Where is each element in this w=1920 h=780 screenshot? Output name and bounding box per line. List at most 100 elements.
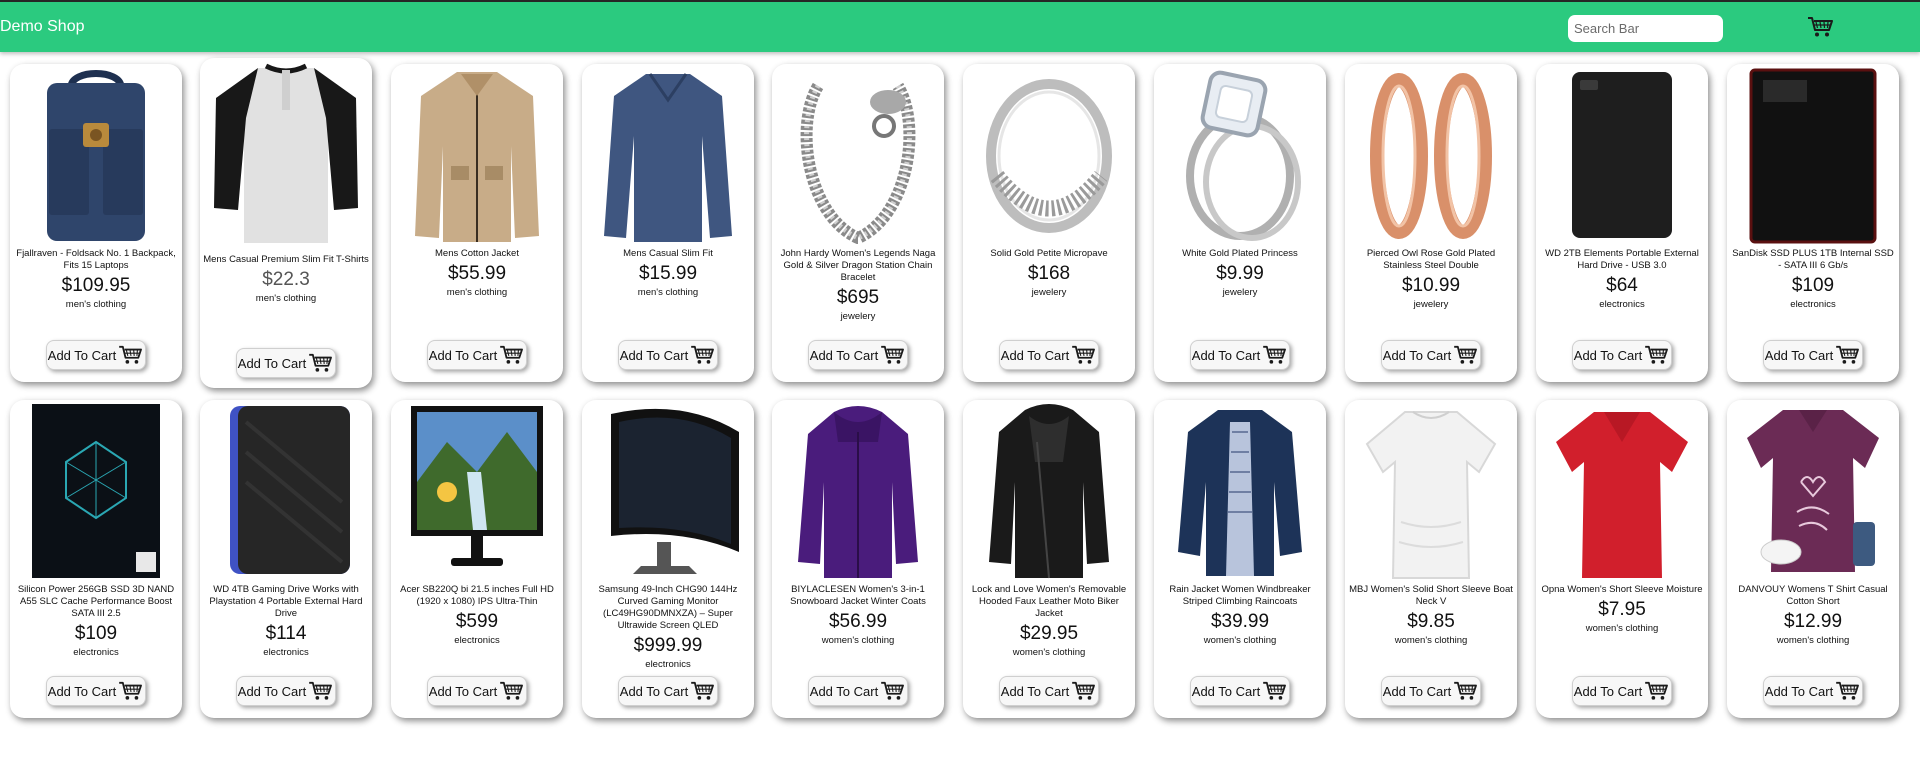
product-info: Mens Cotton Jacket $55.99 men's clothing <box>391 248 563 298</box>
add-to-cart-button[interactable]: Add To Cart <box>427 676 527 706</box>
product-title[interactable]: Solid Gold Petite Micropave <box>966 248 1132 260</box>
add-to-cart-button[interactable]: Add To Cart <box>1381 676 1481 706</box>
add-to-cart-button[interactable]: Add To Cart <box>999 676 1099 706</box>
add-to-cart-label: Add To Cart <box>47 347 117 363</box>
product-card: Rain Jacket Women Windbreaker Striped Cl… <box>1154 400 1326 718</box>
product-title[interactable]: BIYLACLESEN Women's 3-in-1 Snowboard Jac… <box>775 584 941 608</box>
product-price: $168 <box>1027 263 1071 284</box>
product-title[interactable]: Mens Cotton Jacket <box>394 248 560 260</box>
product-image <box>1747 410 1879 572</box>
product-title[interactable]: Mens Casual Premium Slim Fit T-Shirts <box>203 254 369 266</box>
product-title[interactable]: Acer SB220Q bi 21.5 inches Full HD (1920… <box>394 584 560 608</box>
add-to-cart-label: Add To Cart <box>1000 683 1070 699</box>
add-to-cart-button[interactable]: Add To Cart <box>1572 340 1672 370</box>
product-card: Lock and Love Women's Removable Hooded F… <box>963 400 1135 718</box>
product-price: $9.85 <box>1407 611 1455 632</box>
add-to-cart-button[interactable]: Add To Cart <box>236 676 336 706</box>
product-price: $12.99 <box>1783 611 1843 632</box>
product-title[interactable]: Opna Women's Short Sleeve Moisture <box>1539 584 1705 596</box>
product-card: MBJ Women's Solid Short Sleeve Boat Neck… <box>1345 400 1517 718</box>
product-info: White Gold Plated Princess $9.99 jeweler… <box>1154 248 1326 298</box>
product-category: electronics <box>454 635 500 646</box>
product-price: $56.99 <box>828 611 888 632</box>
product-image <box>415 72 539 242</box>
add-to-cart-button[interactable]: Add To Cart <box>618 676 718 706</box>
product-card: Opna Women's Short Sleeve Moisture $7.95… <box>1536 400 1708 718</box>
product-price: $109 <box>74 623 118 644</box>
product-title[interactable]: Lock and Love Women's Removable Hooded F… <box>966 584 1132 620</box>
search-input[interactable] <box>1568 15 1723 42</box>
product-price: $39.99 <box>1210 611 1270 632</box>
add-to-cart-button[interactable]: Add To Cart <box>236 348 336 378</box>
product-card: Solid Gold Petite Micropave $168 jeweler… <box>963 64 1135 382</box>
add-to-cart-label: Add To Cart <box>809 683 879 699</box>
add-to-cart-button[interactable]: Add To Cart <box>999 340 1099 370</box>
product-title[interactable]: Rain Jacket Women Windbreaker Striped Cl… <box>1157 584 1323 608</box>
product-title[interactable]: Samsung 49-Inch CHG90 144Hz Curved Gamin… <box>585 584 751 632</box>
add-to-cart-button[interactable]: Add To Cart <box>618 340 718 370</box>
add-to-cart-button[interactable]: Add To Cart <box>46 676 146 706</box>
add-to-cart-label: Add To Cart <box>237 683 307 699</box>
product-info: DANVOUY Womens T Shirt Casual Cotton Sho… <box>1727 584 1899 646</box>
cart-icon <box>1645 681 1669 700</box>
product-title[interactable]: DANVOUY Womens T Shirt Casual Cotton Sho… <box>1730 584 1896 608</box>
product-image <box>1370 73 1492 239</box>
add-to-cart-button[interactable]: Add To Cart <box>1572 676 1672 706</box>
product-title[interactable]: White Gold Plated Princess <box>1157 248 1323 260</box>
product-category: electronics <box>73 647 119 658</box>
add-to-cart-label: Add To Cart <box>1191 683 1261 699</box>
add-to-cart-button[interactable]: Add To Cart <box>427 340 527 370</box>
product-category: women's clothing <box>1585 623 1659 634</box>
product-title[interactable]: WD 4TB Gaming Drive Works with Playstati… <box>203 584 369 620</box>
add-to-cart-button[interactable]: Add To Cart <box>1190 340 1290 370</box>
product-price: $15.99 <box>638 263 698 284</box>
product-title[interactable]: MBJ Women's Solid Short Sleeve Boat Neck… <box>1348 584 1514 608</box>
product-price: $55.99 <box>447 263 507 284</box>
product-info: Mens Casual Slim Fit $15.99 men's clothi… <box>582 248 754 298</box>
product-title[interactable]: Silicon Power 256GB SSD 3D NAND A55 SLC … <box>13 584 179 620</box>
brand-logo[interactable]: Demo Shop <box>0 18 85 36</box>
add-to-cart-button[interactable]: Add To Cart <box>1763 676 1863 706</box>
add-to-cart-button[interactable]: Add To Cart <box>1763 340 1863 370</box>
product-title[interactable]: Mens Casual Slim Fit <box>585 248 751 260</box>
product-category: women's clothing <box>1203 635 1277 646</box>
add-to-cart-button[interactable]: Add To Cart <box>808 676 908 706</box>
add-to-cart-button[interactable]: Add To Cart <box>1190 676 1290 706</box>
product-card: BIYLACLESEN Women's 3-in-1 Snowboard Jac… <box>772 400 944 718</box>
product-title[interactable]: Pierced Owl Rose Gold Plated Stainless S… <box>1348 248 1514 272</box>
product-card: Mens Casual Premium Slim Fit T-Shirts $2… <box>200 58 372 388</box>
add-to-cart-button[interactable]: Add To Cart <box>1381 340 1481 370</box>
product-image <box>1556 412 1688 578</box>
product-card: WD 4TB Gaming Drive Works with Playstati… <box>200 400 372 718</box>
product-price: $64 <box>1606 275 1638 296</box>
add-to-cart-label: Add To Cart <box>619 683 689 699</box>
product-image <box>798 406 918 578</box>
product-title[interactable]: John Hardy Women's Legends Naga Gold & S… <box>775 248 941 284</box>
product-category: jewelery <box>1413 299 1449 310</box>
product-category: electronics <box>1790 299 1836 310</box>
cart-icon[interactable] <box>1807 16 1835 38</box>
product-info: Solid Gold Petite Micropave $168 jeweler… <box>963 248 1135 298</box>
cart-icon <box>1645 345 1669 364</box>
product-info: Fjallraven - Foldsack No. 1 Backpack, Fi… <box>10 248 182 310</box>
add-to-cart-label: Add To Cart <box>619 347 689 363</box>
product-title[interactable]: WD 2TB Elements Portable External Hard D… <box>1539 248 1705 272</box>
cart-icon <box>881 345 905 364</box>
cart-icon <box>1263 681 1287 700</box>
product-image <box>1186 70 1301 241</box>
product-category: electronics <box>263 647 309 658</box>
product-price: $9.99 <box>1216 263 1264 284</box>
product-card: Pierced Owl Rose Gold Plated Stainless S… <box>1345 64 1517 382</box>
product-info: Samsung 49-Inch CHG90 144Hz Curved Gamin… <box>582 584 754 670</box>
add-to-cart-button[interactable]: Add To Cart <box>46 340 146 370</box>
product-category: jewelery <box>1031 287 1067 298</box>
product-category: jewelery <box>840 311 876 322</box>
product-title[interactable]: SanDisk SSD PLUS 1TB Internal SSD - SATA… <box>1730 248 1896 272</box>
navbar: Demo Shop <box>0 0 1920 52</box>
product-card: Silicon Power 256GB SSD 3D NAND A55 SLC … <box>10 400 182 718</box>
add-to-cart-button[interactable]: Add To Cart <box>808 340 908 370</box>
product-title[interactable]: Fjallraven - Foldsack No. 1 Backpack, Fi… <box>13 248 179 272</box>
product-info: Lock and Love Women's Removable Hooded F… <box>963 584 1135 658</box>
product-category: women's clothing <box>1394 635 1468 646</box>
product-category: jewelery <box>1222 287 1258 298</box>
